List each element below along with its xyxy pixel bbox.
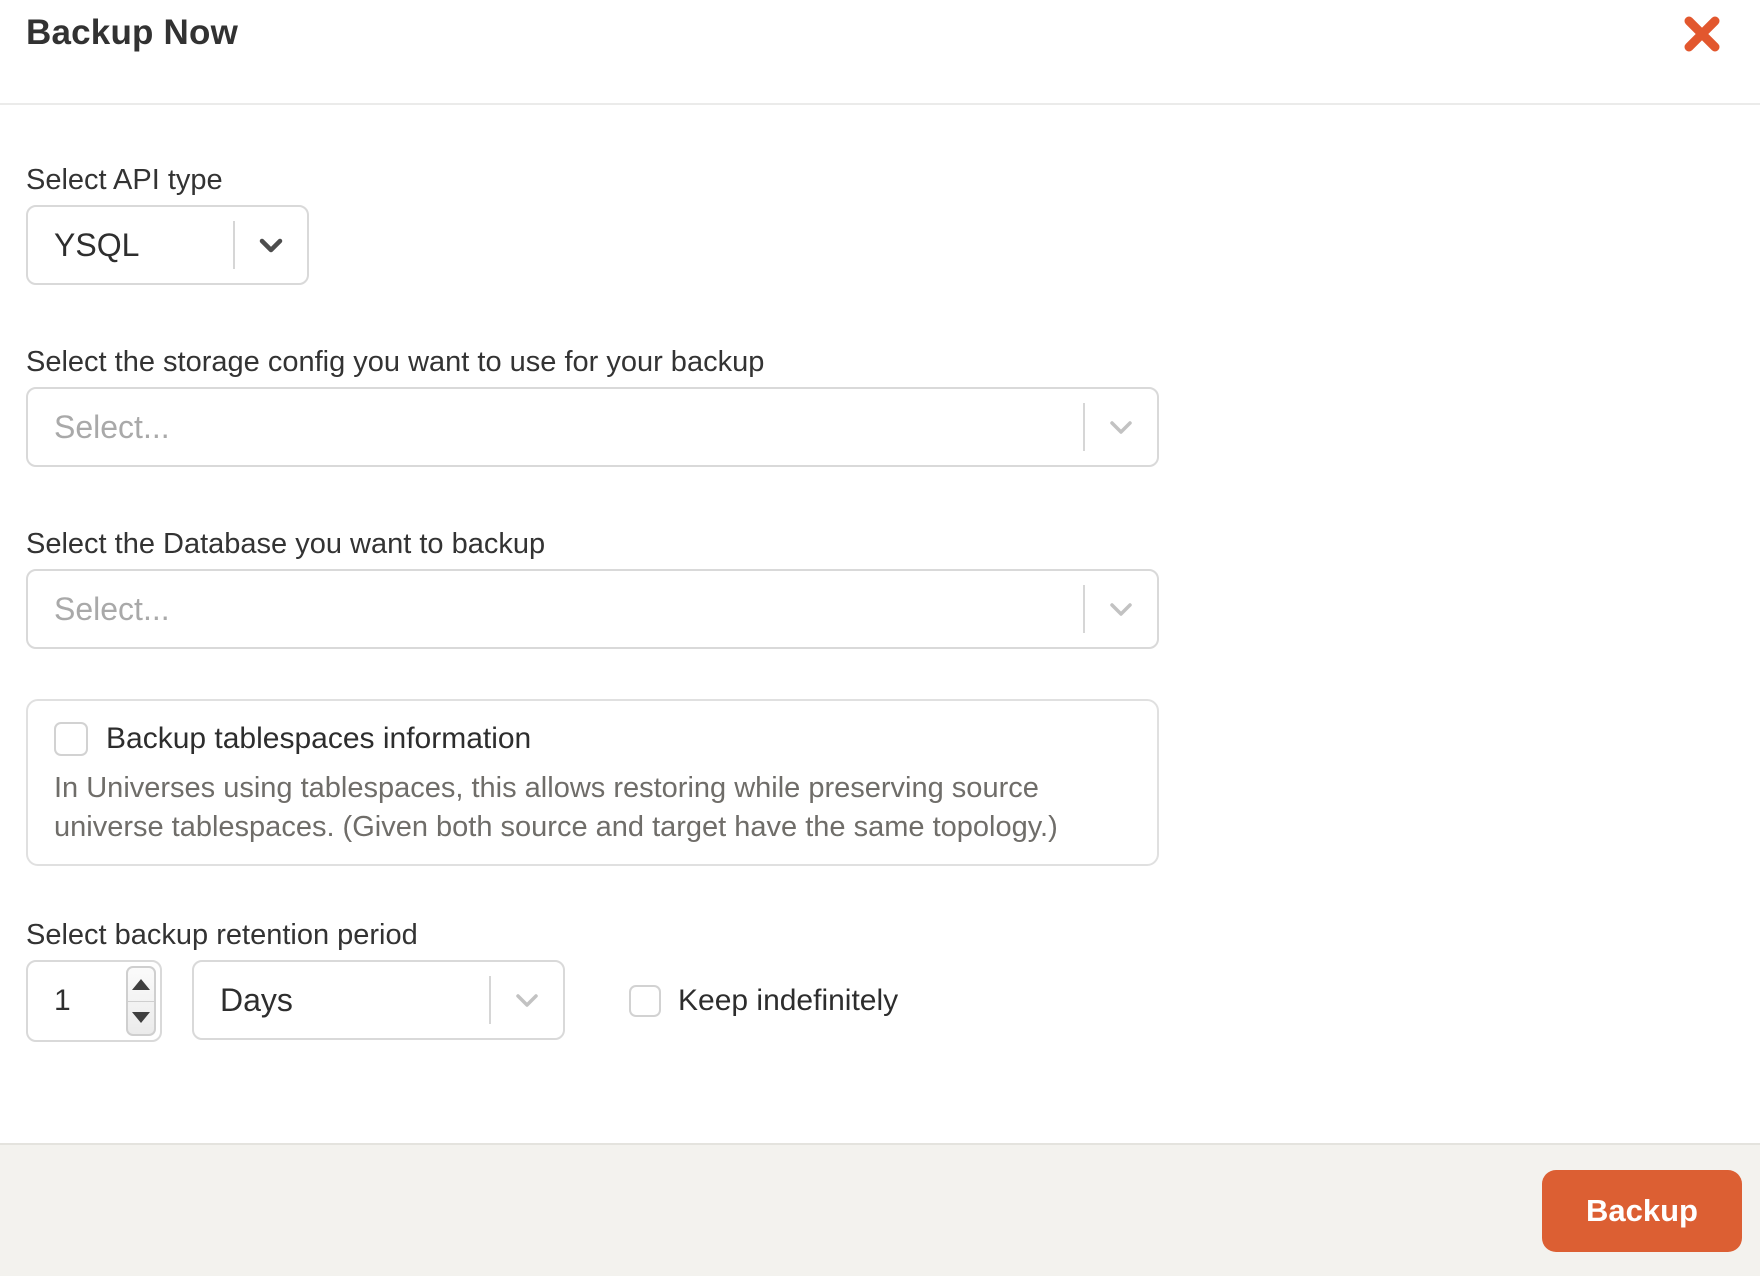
modal-body: Select API type YSQL Select the storage … — [0, 161, 1760, 1042]
page-title: Backup Now — [26, 13, 239, 52]
retention-value-field — [26, 960, 162, 1042]
retention-value-input[interactable] — [28, 962, 118, 1040]
database-select[interactable]: Select... — [26, 569, 1159, 649]
retention-row: Days Keep indefinitely — [26, 960, 1734, 1042]
close-icon — [1684, 16, 1720, 52]
chevron-down-icon — [491, 982, 563, 1018]
storage-config-label: Select the storage config you want to us… — [26, 346, 765, 378]
stepper-up-button[interactable] — [128, 968, 154, 1002]
tablespaces-checkbox[interactable] — [54, 722, 88, 756]
database-label: Select the Database you want to backup — [26, 528, 546, 560]
modal-footer: Backup — [0, 1143, 1760, 1276]
storage-config-placeholder: Select... — [54, 408, 170, 445]
keep-indefinitely-label: Keep indefinitely — [678, 984, 899, 1017]
storage-config-select[interactable]: Select... — [26, 387, 1159, 467]
stepper-down-button[interactable] — [128, 1002, 154, 1035]
close-button[interactable] — [1682, 14, 1722, 54]
chevron-down-icon — [1085, 591, 1157, 627]
api-type-select[interactable]: YSQL — [26, 205, 309, 285]
api-type-value: YSQL — [54, 226, 140, 263]
retention-unit-select[interactable]: Days — [192, 960, 565, 1040]
arrow-up-icon — [132, 978, 150, 990]
retention-unit-value: Days — [220, 981, 293, 1018]
api-type-label: Select API type — [26, 164, 223, 196]
retention-stepper — [126, 966, 156, 1036]
tablespaces-box: Backup tablespaces information In Univer… — [26, 699, 1159, 866]
retention-label: Select backup retention period — [26, 919, 418, 951]
keep-indefinitely-option: Keep indefinitely — [629, 960, 898, 1042]
chevron-down-icon — [235, 227, 307, 263]
tablespaces-description: In Universes using tablespaces, this all… — [54, 772, 1058, 843]
modal-header: Backup Now — [0, 0, 1760, 105]
backup-button[interactable]: Backup — [1542, 1169, 1742, 1252]
chevron-down-icon — [1085, 409, 1157, 445]
database-placeholder: Select... — [54, 590, 170, 627]
arrow-down-icon — [132, 1012, 150, 1024]
tablespaces-label: Backup tablespaces information — [106, 722, 532, 755]
keep-indefinitely-checkbox[interactable] — [629, 985, 661, 1017]
